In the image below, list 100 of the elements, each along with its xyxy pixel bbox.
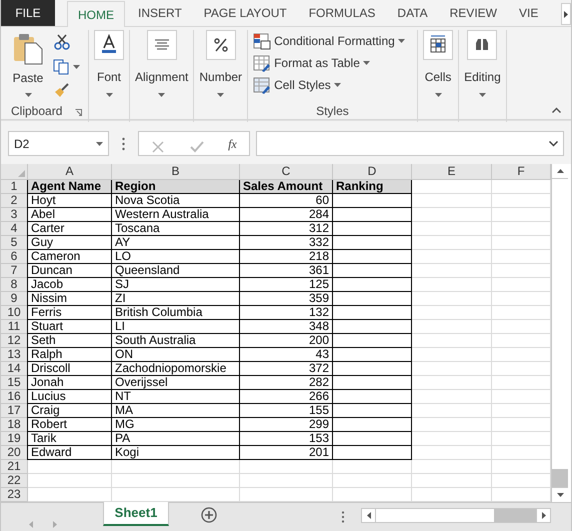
row-header[interactable]: 22	[1, 474, 28, 488]
ribbon-button[interactable]: Alignment	[135, 30, 188, 97]
ribbon-tab[interactable]: REVIEW	[440, 0, 507, 26]
table-cell[interactable]: Ralph	[27, 348, 112, 362]
row-header[interactable]: 14	[1, 362, 28, 376]
copy-button[interactable]	[53, 58, 80, 76]
table-cell[interactable]: Driscoll	[27, 362, 112, 376]
table-cell[interactable]	[333, 362, 412, 376]
table-cell[interactable]: SJ	[112, 278, 240, 292]
row-header[interactable]: 5	[1, 236, 28, 250]
cut-button[interactable]	[53, 34, 71, 52]
row-header[interactable]: 13	[1, 348, 28, 362]
table-cell[interactable]: LO	[112, 250, 240, 264]
table-cell[interactable]: Carter	[27, 222, 112, 236]
row-header[interactable]: 7	[1, 264, 28, 278]
table-cell[interactable]: Toscana	[112, 222, 240, 236]
styles-menu-button[interactable]: Conditional Formatting	[253, 30, 418, 52]
row-header[interactable]: 16	[1, 390, 28, 404]
table-cell[interactable]: 332	[240, 236, 333, 250]
ribbon-tab[interactable]: FORMULAS	[298, 0, 386, 26]
row-header[interactable]: 23	[1, 488, 28, 502]
row-header[interactable]: 8	[1, 278, 28, 292]
table-cell[interactable]: 125	[240, 278, 333, 292]
table-cell[interactable]: British Columbia	[112, 306, 240, 320]
styles-menu-button[interactable]: Cell Styles	[253, 74, 418, 96]
table-cell[interactable]: PA	[112, 432, 240, 446]
table-cell[interactable]: Stuart	[27, 320, 112, 334]
row-header[interactable]: 6	[1, 250, 28, 264]
table-cell[interactable]: Nova Scotia	[112, 194, 240, 208]
table-cell[interactable]: Jonah	[27, 376, 112, 390]
row-header[interactable]: 21	[1, 460, 28, 474]
table-cell[interactable]: Jacob	[27, 278, 112, 292]
column-header[interactable]: D	[333, 164, 412, 180]
column-header[interactable]: F	[492, 164, 551, 180]
table-cell[interactable]: Cameron	[27, 250, 112, 264]
table-cell[interactable]	[333, 320, 412, 334]
row-header[interactable]: 17	[1, 404, 28, 418]
paste-button[interactable]: Paste	[9, 33, 47, 100]
table-cell[interactable]: 284	[240, 208, 333, 222]
ribbon-tab[interactable]: INSERT	[128, 0, 192, 26]
row-header[interactable]: 10	[1, 306, 28, 320]
table-cell[interactable]: Edward	[27, 446, 112, 460]
table-cell[interactable]: 299	[240, 418, 333, 432]
table-cell[interactable]: LI	[112, 320, 240, 334]
table-cell[interactable]: ON	[112, 348, 240, 362]
row-header[interactable]: 18	[1, 418, 28, 432]
table-cell[interactable]: 372	[240, 362, 333, 376]
table-cell[interactable]: 200	[240, 334, 333, 348]
row-header[interactable]: 11	[1, 320, 28, 334]
table-cell[interactable]: Abel	[27, 208, 112, 222]
table-cell[interactable]	[333, 278, 412, 292]
column-header[interactable]: E	[412, 164, 492, 180]
ribbon-tab[interactable]: HOME	[67, 1, 125, 27]
table-cell[interactable]: Region	[112, 180, 240, 194]
sheet-tab[interactable]: Sheet1	[103, 502, 169, 526]
table-cell[interactable]: Guy	[27, 236, 112, 250]
ribbon-button[interactable]: Font	[94, 30, 124, 97]
table-cell[interactable]: 266	[240, 390, 333, 404]
table-cell[interactable]: 132	[240, 306, 333, 320]
table-cell[interactable]: ZI	[112, 292, 240, 306]
row-header[interactable]: 2	[1, 194, 28, 208]
table-cell[interactable]	[333, 432, 412, 446]
table-cell[interactable]: MA	[112, 404, 240, 418]
table-cell[interactable]: 43	[240, 348, 333, 362]
table-cell[interactable]	[333, 334, 412, 348]
table-cell[interactable]: MG	[112, 418, 240, 432]
row-header[interactable]: 15	[1, 376, 28, 390]
table-cell[interactable]: 201	[240, 446, 333, 460]
table-cell[interactable]: Nissim	[27, 292, 112, 306]
table-cell[interactable]: Lucius	[27, 390, 112, 404]
table-cell[interactable]: NT	[112, 390, 240, 404]
table-cell[interactable]	[333, 250, 412, 264]
table-cell[interactable]: 153	[240, 432, 333, 446]
row-header[interactable]: 9	[1, 292, 28, 306]
table-cell[interactable]: Tarik	[27, 432, 112, 446]
ribbon-button[interactable]: Editing	[464, 30, 501, 97]
table-cell[interactable]	[333, 418, 412, 432]
row-header[interactable]: 4	[1, 222, 28, 236]
row-header[interactable]: 19	[1, 432, 28, 446]
table-cell[interactable]: Seth	[27, 334, 112, 348]
table-cell[interactable]	[333, 446, 412, 460]
table-cell[interactable]: Kogi	[112, 446, 240, 460]
table-cell[interactable]: 348	[240, 320, 333, 334]
table-cell[interactable]: 312	[240, 222, 333, 236]
row-header[interactable]: 12	[1, 334, 28, 348]
table-cell[interactable]: Zachodniopomorskie	[112, 362, 240, 376]
table-cell[interactable]	[333, 222, 412, 236]
ribbon-tab[interactable]: VIE	[508, 0, 548, 26]
table-cell[interactable]: Duncan	[27, 264, 112, 278]
ribbon-tab[interactable]: DATA	[387, 0, 438, 26]
row-header[interactable]: 3	[1, 208, 28, 222]
formula-input-field[interactable]	[256, 131, 564, 156]
scrollbar-thumb[interactable]	[552, 469, 568, 487]
table-cell[interactable]: 218	[240, 250, 333, 264]
table-cell[interactable]	[333, 194, 412, 208]
row-header[interactable]: 1	[1, 180, 28, 194]
name-box[interactable]: D2	[8, 131, 109, 156]
table-cell[interactable]: Agent Name	[27, 180, 112, 194]
table-cell[interactable]	[333, 390, 412, 404]
column-header[interactable]: C	[240, 164, 333, 180]
